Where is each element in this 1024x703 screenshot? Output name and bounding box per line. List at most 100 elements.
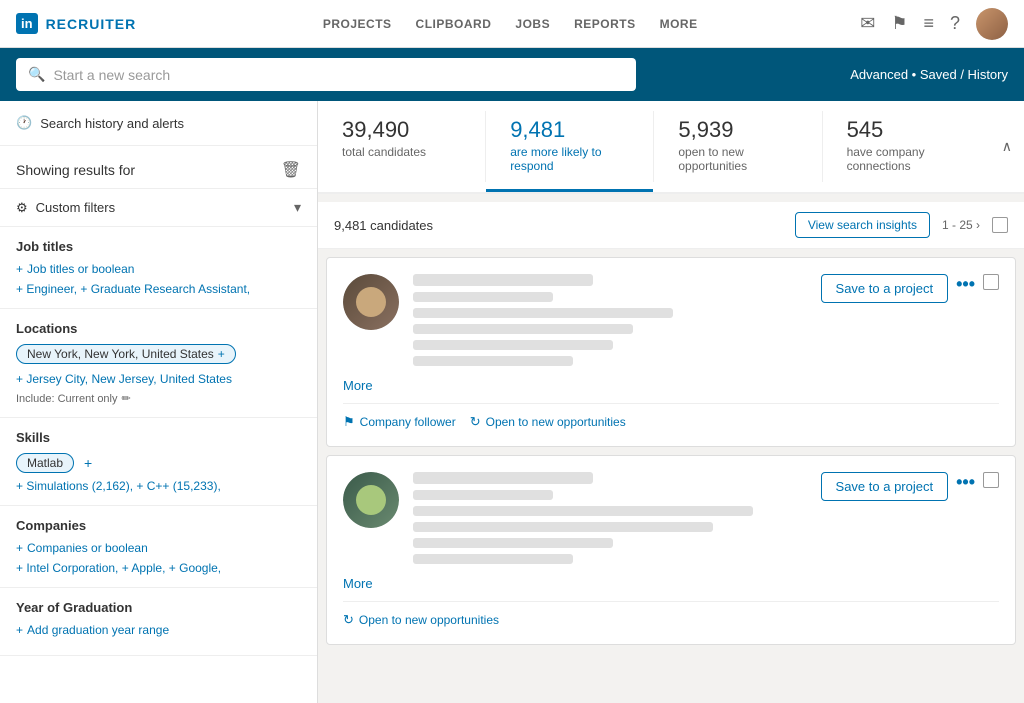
stat-open[interactable]: 5,939 open to new opportunities <box>654 101 821 192</box>
job-titles-section: Job titles + Job titles or boolean + Eng… <box>0 227 317 309</box>
history-label: Search history and alerts <box>40 116 184 131</box>
mail-icon[interactable]: ✉ <box>860 13 875 34</box>
company-placeholder: Companies or boolean <box>27 541 148 555</box>
delete-filter-button[interactable]: 🗑 <box>281 160 301 180</box>
skeleton-extra <box>413 356 573 366</box>
skill-chip: Matlab <box>16 453 74 473</box>
stat-likely[interactable]: 9,481 are more likely to respond <box>486 101 653 192</box>
job-title-tag[interactable]: + Engineer, + Graduate Research Assistan… <box>16 282 250 296</box>
company-tags: + Intel Corporation, + Apple, + Google, <box>16 561 301 575</box>
card-top: Save to a project ••• <box>343 472 999 570</box>
skeleton-name <box>413 472 593 484</box>
companies-title: Companies <box>16 518 301 533</box>
nav-jobs[interactable]: JOBS <box>515 17 550 31</box>
results-count: 9,481 candidates <box>334 218 433 233</box>
brand-name: RECRUITER <box>46 16 137 32</box>
add-company[interactable]: + Companies or boolean <box>16 541 301 555</box>
stat-connections-number: 545 <box>847 117 966 143</box>
help-icon[interactable]: ? <box>950 13 960 34</box>
skeleton-company <box>413 308 673 318</box>
flag-icon[interactable]: ⚑ <box>891 13 907 34</box>
search-advanced[interactable]: Advanced • Saved / History <box>850 67 1008 82</box>
main-layout: 🕐 Search history and alerts Showing resu… <box>0 101 1024 703</box>
plus-icon: + <box>16 541 23 555</box>
location-link[interactable]: + Jersey City, New Jersey, United States <box>16 372 232 386</box>
stats-collapse-button[interactable]: ∧ <box>990 101 1024 192</box>
open-opportunities-label: Open to new opportunities <box>359 613 499 627</box>
nav-projects[interactable]: PROJECTS <box>323 17 392 31</box>
pagination[interactable]: 1 - 25 › <box>942 218 980 232</box>
save-to-project-button[interactable]: Save to a project <box>821 274 949 303</box>
select-all-checkbox[interactable] <box>992 217 1008 233</box>
search-input-wrap[interactable]: 🔍 Start a new search <box>16 58 636 91</box>
candidate-avatar <box>343 472 399 528</box>
candidate-checkbox[interactable] <box>983 472 999 488</box>
results-right: View search insights 1 - 25 › <box>795 212 1008 238</box>
filter-icon: ⚙ <box>16 200 28 216</box>
stat-open-label: open to new opportunities <box>678 145 797 173</box>
save-to-project-button[interactable]: Save to a project <box>821 472 949 501</box>
card-actions: Save to a project ••• <box>821 472 999 570</box>
custom-filters-left: ⚙ Custom filters <box>16 200 115 216</box>
search-placeholder: Start a new search <box>53 67 170 83</box>
view-insights-button[interactable]: View search insights <box>795 212 930 238</box>
stat-open-number: 5,939 <box>678 117 797 143</box>
custom-filters[interactable]: ⚙ Custom filters ▾ <box>0 189 317 227</box>
more-link[interactable]: More <box>343 576 999 591</box>
showing-results: Showing results for 🗑 <box>0 146 317 189</box>
stat-total[interactable]: 39,490 total candidates <box>318 101 485 192</box>
nav-more[interactable]: MORE <box>660 17 698 31</box>
more-link[interactable]: More <box>343 378 999 393</box>
graduation-section: Year of Graduation + Add graduation year… <box>0 588 317 656</box>
location-chip-text: New York, New York, United States <box>27 347 214 361</box>
skills-title: Skills <box>16 430 301 445</box>
showing-results-label: Showing results for <box>16 162 135 178</box>
skill-tag[interactable]: + Simulations (2,162), + C++ (15,233), <box>16 479 221 493</box>
locations-section: Locations New York, New York, United Sta… <box>0 309 317 418</box>
graduation-placeholder: Add graduation year range <box>27 623 169 637</box>
skill-chip-text: Matlab <box>27 456 63 470</box>
list-icon[interactable]: ≡ <box>923 13 934 34</box>
location-chip: New York, New York, United States + <box>16 344 236 364</box>
job-titles-title: Job titles <box>16 239 301 254</box>
edit-icon[interactable]: ✏ <box>122 392 131 405</box>
plus-icon: + <box>16 623 23 637</box>
open-badge-icon: ↻ <box>343 612 354 628</box>
nav-reports[interactable]: REPORTS <box>574 17 636 31</box>
add-location-plus[interactable]: + <box>218 347 225 361</box>
stat-total-label: total candidates <box>342 145 461 159</box>
nav-links: PROJECTS CLIPBOARD JOBS REPORTS MORE <box>160 17 860 31</box>
nav-clipboard[interactable]: CLIPBOARD <box>416 17 492 31</box>
nav-icons: ✉ ⚑ ≡ ? <box>860 8 1008 40</box>
include-note-text: Include: Current only <box>16 393 118 405</box>
avatar[interactable] <box>976 8 1008 40</box>
custom-filters-label: Custom filters <box>36 200 115 215</box>
plus-icon: + <box>16 262 23 276</box>
candidate-card: Save to a project ••• More ↻ Open to new… <box>326 455 1016 645</box>
candidate-checkbox[interactable] <box>983 274 999 290</box>
card-top: Save to a project ••• <box>343 274 999 372</box>
card-actions: Save to a project ••• <box>821 274 999 372</box>
skeleton-location <box>413 522 713 532</box>
results-header: 9,481 candidates View search insights 1 … <box>318 202 1024 249</box>
graduation-title: Year of Graduation <box>16 600 301 615</box>
skeleton-education <box>413 538 613 548</box>
more-options-button[interactable]: ••• <box>956 472 975 493</box>
add-graduation[interactable]: + Add graduation year range <box>16 623 301 637</box>
logo-in: in <box>21 16 33 31</box>
add-job-title[interactable]: + Job titles or boolean <box>16 262 301 276</box>
company-tag[interactable]: + Intel Corporation, + Apple, + Google, <box>16 561 221 575</box>
open-opportunities-badge: ↻ Open to new opportunities <box>343 612 499 628</box>
company-follower-label: Company follower <box>360 415 456 429</box>
more-options-button[interactable]: ••• <box>956 274 975 295</box>
job-title-placeholder: Job titles or boolean <box>27 262 134 276</box>
locations-title: Locations <box>16 321 301 336</box>
skeleton-extra <box>413 554 573 564</box>
skills-row: Matlab + <box>16 453 301 473</box>
skeleton-education <box>413 340 613 350</box>
chevron-down-icon: ▾ <box>294 199 301 216</box>
stat-connections[interactable]: 545 have company connections <box>823 101 990 192</box>
add-skill-button[interactable]: + <box>84 455 92 471</box>
candidate-card: Save to a project ••• More ⚑ Company fol… <box>326 257 1016 447</box>
content-area: 39,490 total candidates 9,481 are more l… <box>318 101 1024 703</box>
